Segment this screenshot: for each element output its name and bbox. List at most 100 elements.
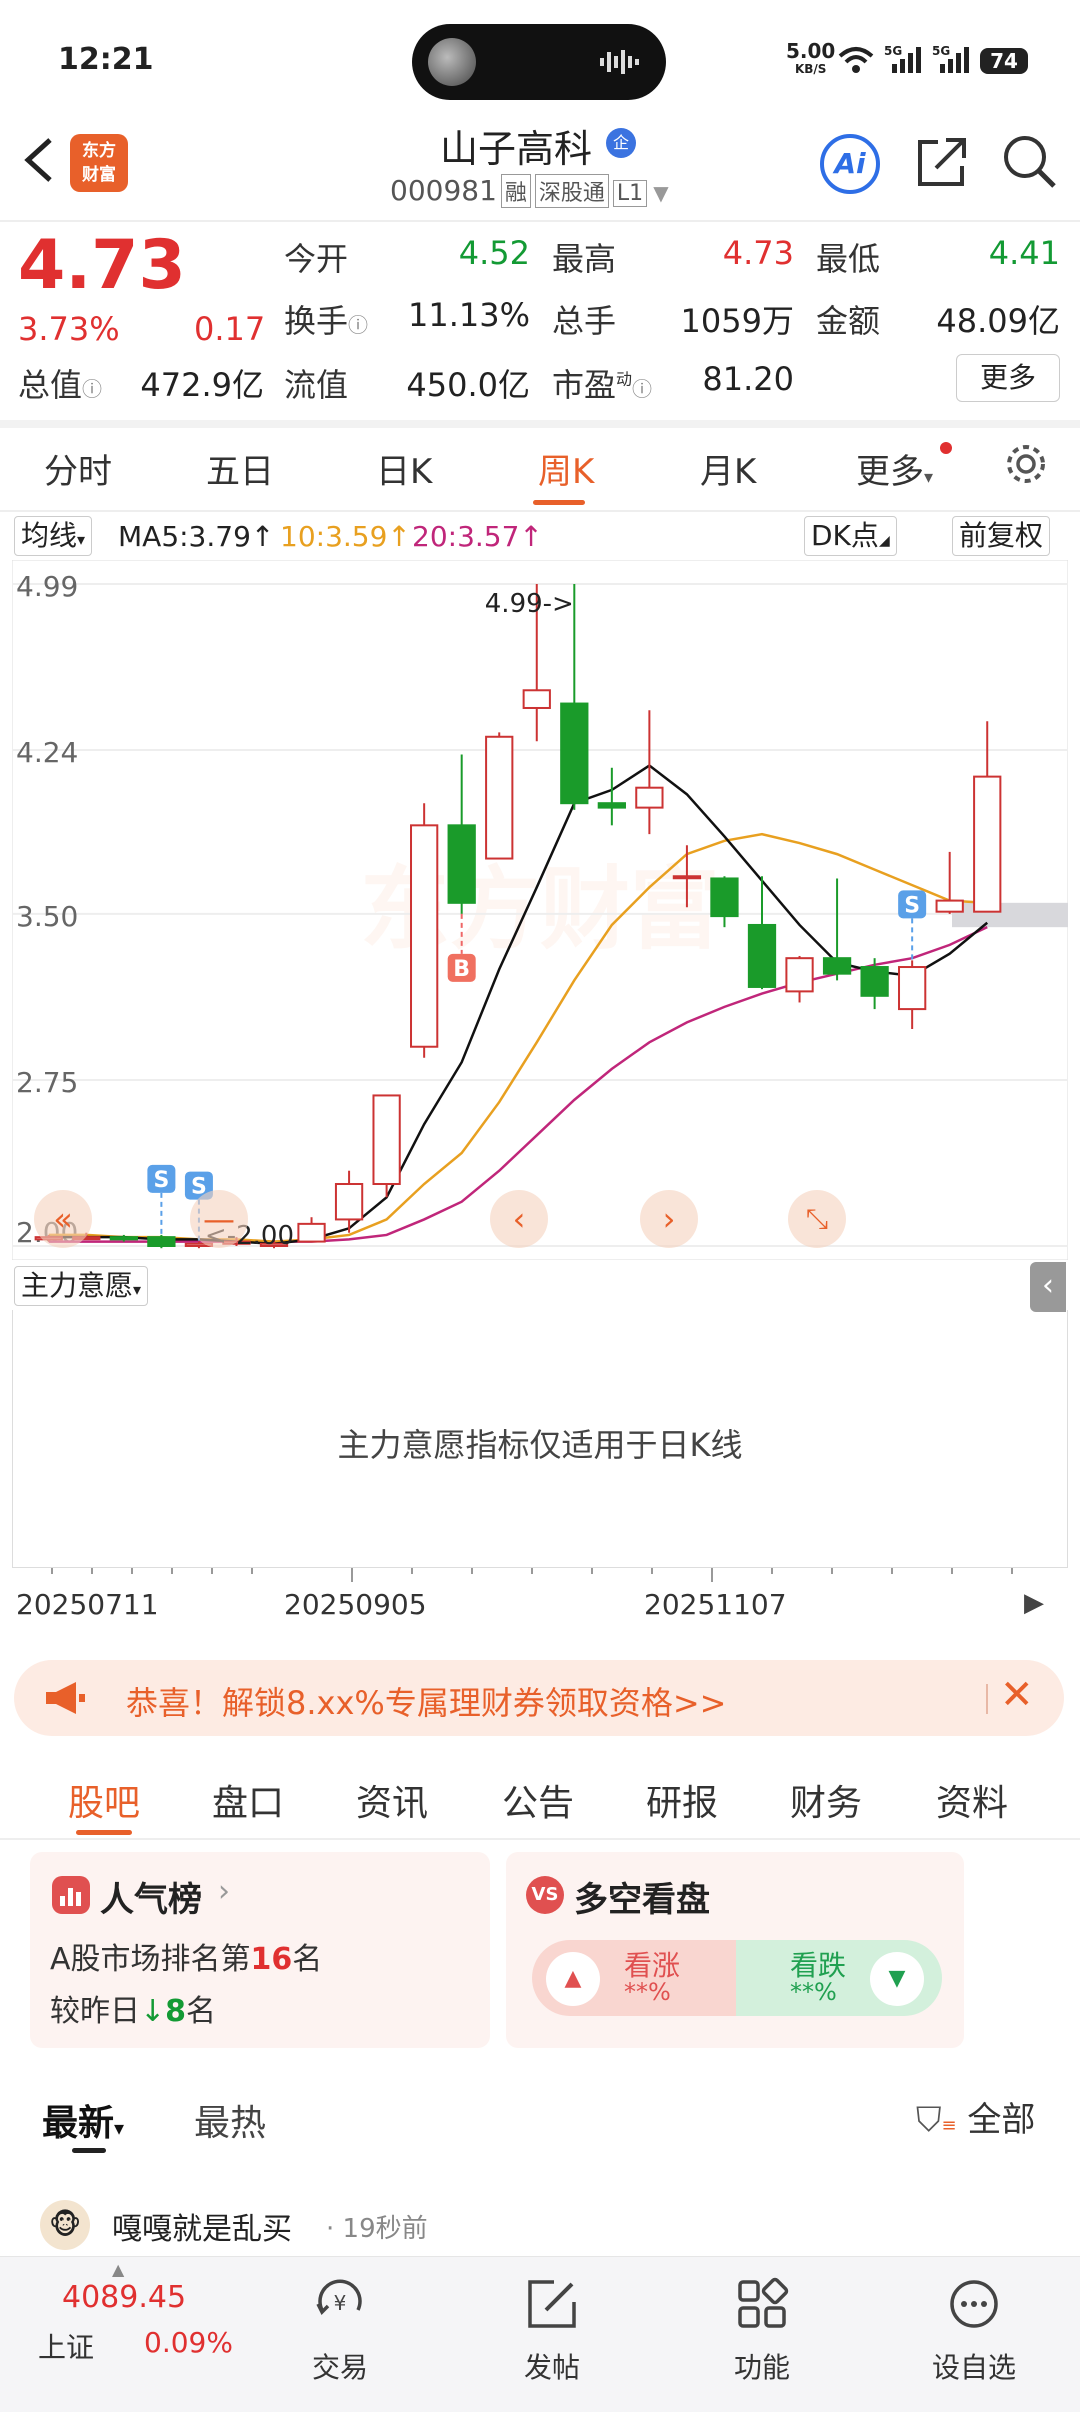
nav-trade[interactable]: ¥ 交易 [280, 2276, 400, 2386]
quote-label-float-cap: 流值 [284, 366, 349, 404]
tag-margin: 融 [500, 174, 531, 208]
back-button[interactable] [20, 130, 60, 202]
candle-body [560, 702, 589, 805]
zoom-out-icon[interactable]: — [190, 1190, 248, 1248]
tab-weekly-k[interactable]: 周K [538, 444, 594, 493]
collapse-panel-button[interactable]: ‹ [1030, 1262, 1066, 1312]
candle-body [973, 775, 1002, 913]
quote-label-market-cap[interactable]: 总值ⓘ [18, 360, 102, 406]
date-label-2: 20250905 [284, 1588, 427, 1621]
brand-logo[interactable]: 东方财富 [70, 134, 128, 192]
tab-more[interactable]: 更多▾ [856, 444, 933, 493]
market-rank: A股市场排名第16名 [50, 1934, 322, 1978]
section-tab-news[interactable]: 资讯 [356, 1774, 428, 1826]
section-tab-research[interactable]: 研报 [646, 1774, 718, 1826]
candle-body [822, 957, 852, 975]
promo-text[interactable]: 恭喜！解锁8.xx%专属理财券领取资格>> [126, 1678, 726, 1724]
filter-label: 全部 [967, 2100, 1036, 2140]
divider [0, 1838, 1080, 1840]
chevron-left-icon [24, 138, 52, 182]
tab-monthly-k[interactable]: 月K [700, 444, 756, 493]
megaphone-icon [46, 1682, 85, 1714]
stock-code: 000981 [390, 174, 497, 207]
sub-indicator-message: 主力意愿指标仅适用于日K线 [337, 1426, 743, 1464]
candle-body [672, 875, 702, 880]
candle-body [109, 1236, 138, 1241]
rewind-icon[interactable]: « [34, 1190, 92, 1248]
tab-five-day[interactable]: 五日 [206, 444, 274, 493]
section-tab-orderbook[interactable]: 盘口 [212, 1774, 284, 1826]
play-icon[interactable]: ▶ [1024, 1588, 1044, 1618]
signal-label-2: 5G [932, 44, 951, 58]
nav-post[interactable]: 发帖 [492, 2276, 612, 2386]
filter-button[interactable]: ⛉≡ 全部 [916, 2092, 1035, 2141]
arrow-down-icon: ↓ [140, 1994, 166, 2029]
index-value[interactable]: 4089.45 [62, 2280, 186, 2315]
signal-label: S [904, 893, 920, 918]
section-tab-profile[interactable]: 资料 [936, 1774, 1008, 1826]
section-tab-finance[interactable]: 财务 [790, 1774, 862, 1826]
quote-value-pe: 81.20 [702, 360, 794, 398]
nav-add-watchlist[interactable]: 设自选 [914, 2276, 1034, 2386]
y-tick-label: 3.50 [16, 900, 78, 933]
search-icon[interactable] [1000, 132, 1058, 190]
caret-down-icon: ▾ [133, 1280, 142, 1299]
gear-icon[interactable] [1002, 440, 1050, 488]
dk-point-select[interactable]: DK点◢ [804, 516, 897, 556]
index-change: 0.09% [144, 2326, 233, 2359]
feed-tab-hot[interactable]: 最热 [194, 2094, 266, 2146]
post-author[interactable]: 嘎嘎就是乱买 [112, 2204, 292, 2248]
section-tab-forum[interactable]: 股吧 [68, 1774, 140, 1826]
feed-tab-latest[interactable]: 最新▾ [42, 2094, 124, 2146]
share-icon[interactable] [914, 134, 970, 190]
edit-icon [528, 2280, 576, 2328]
compare-suffix: 名 [186, 1994, 217, 2029]
candle-body [485, 735, 514, 860]
compare-value: 8 [165, 1994, 187, 2029]
kline-chart[interactable]: 东方财富4.994.243.502.752.004.99-><-2.00SSBS [12, 560, 1068, 1260]
svg-text:¥: ¥ [334, 2291, 347, 2315]
chevron-right-icon: › [218, 1874, 230, 1909]
media-thumbnail-icon [428, 38, 476, 86]
quote-value-volume: 1059万 [680, 302, 794, 340]
more-quote-button[interactable]: 更多 [956, 354, 1060, 402]
y-tick-label: 2.75 [16, 1066, 78, 1099]
candle-body [935, 899, 964, 913]
post-time: · 19秒前 [326, 2214, 428, 2244]
dynamic-island [412, 24, 666, 100]
filter-icon: ⛉ [916, 2100, 942, 2140]
expand-icon[interactable]: ⤡ [788, 1190, 846, 1248]
tab-intraday[interactable]: 分时 [44, 444, 112, 493]
nav-functions[interactable]: 功能 [702, 2276, 822, 2386]
chevron-right-icon[interactable]: › [640, 1190, 698, 1248]
tab-daily-k[interactable]: 日K [376, 444, 432, 493]
banner-divider [986, 1684, 988, 1714]
index-name[interactable]: 上证 [38, 2326, 94, 2366]
quote-label-amount: 金额 [816, 302, 881, 340]
audio-wave-icon [600, 50, 639, 74]
quote-value-amount: 48.09亿 [936, 302, 1060, 340]
signal-label: 5G [884, 44, 903, 58]
signal-label: S [153, 1168, 169, 1193]
candle-body [447, 824, 476, 904]
section-tab-announcements[interactable]: 公告 [502, 1774, 574, 1826]
avatar[interactable]: 🐵 [40, 2200, 90, 2250]
quote-label-turnover[interactable]: 换手ⓘ [284, 296, 368, 342]
stock-code-row[interactable]: 000981 融深股通 L1 ▼ [390, 174, 669, 208]
indicator-select[interactable]: 均线▾ [14, 516, 93, 556]
ai-button[interactable]: Ai [820, 134, 880, 194]
sub-indicator-select[interactable]: 主力意愿▾ [14, 1266, 149, 1306]
enterprise-badge: 企 [606, 128, 636, 158]
change-percent: 3.73% [18, 310, 120, 348]
quote-label-pe[interactable]: 市盈动ⓘ [552, 360, 652, 406]
close-icon[interactable]: ✕ [1000, 1672, 1034, 1718]
adjust-select[interactable]: 前复权 [952, 516, 1051, 556]
feed-tab-latest-label: 最新 [42, 2103, 115, 2144]
quote-value-open: 4.52 [458, 234, 530, 272]
candle-body [860, 966, 889, 997]
bull-value: **% [624, 1978, 671, 2006]
sub-indicator-label: 主力意愿 [21, 1269, 134, 1302]
net-speed: 5.00 KB/S [786, 39, 836, 78]
net-speed-value: 5.00 [786, 39, 836, 63]
chevron-left-icon[interactable]: ‹ [490, 1190, 548, 1248]
